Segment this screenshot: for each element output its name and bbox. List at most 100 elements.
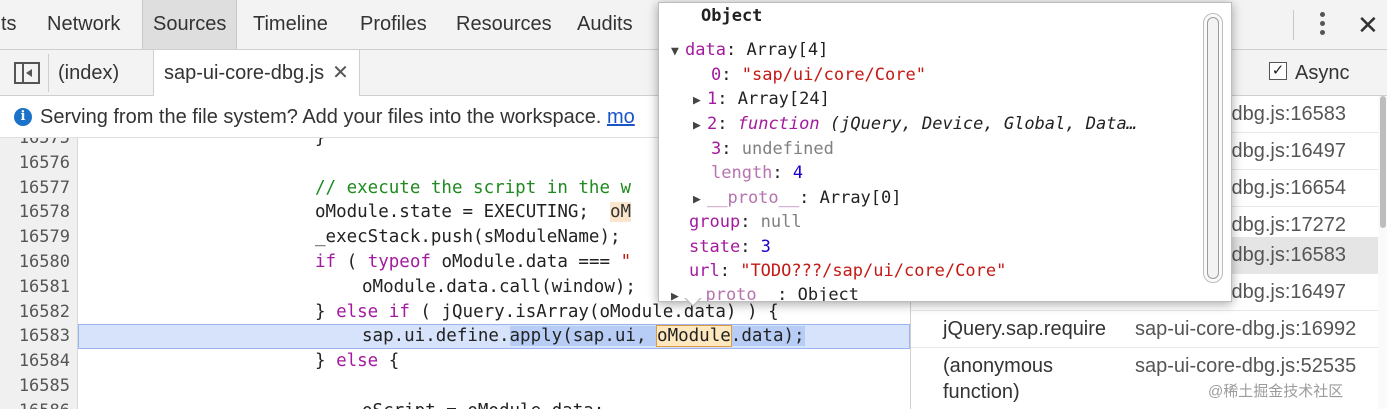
toggle-navigator-icon[interactable] xyxy=(14,62,40,84)
code-line: oModule.state = EXECUTING; oM xyxy=(315,200,632,225)
collapsed-triangle-icon[interactable]: ▶ xyxy=(671,285,685,301)
code-text: ( xyxy=(336,252,368,272)
tab-profiles[interactable]: Profiles xyxy=(350,0,437,49)
evaluated-expression[interactable]: .data); xyxy=(730,326,805,347)
prop-item-1[interactable]: ▶ 1: Array[24] xyxy=(693,87,830,114)
expanded-triangle-icon[interactable]: ▼ xyxy=(671,40,685,65)
code-text: { xyxy=(378,351,400,372)
async-label: Async xyxy=(1295,62,1350,84)
prop-item-2[interactable]: ▶ 2: function (jQuery, Device, Global, Da… xyxy=(693,112,1137,139)
keyword: typeof xyxy=(367,252,431,272)
close-devtools-icon[interactable]: ✕ xyxy=(1357,8,1379,42)
code-text: } xyxy=(315,351,337,372)
prop-key: 1 xyxy=(707,89,718,109)
hovered-token[interactable]: oModule xyxy=(656,325,732,348)
keyword: else xyxy=(336,301,379,322)
prop-item-0: 0: "sap/ui/core/Core" xyxy=(711,65,926,85)
code-text: sap.ui.define. xyxy=(362,326,510,347)
call-frame[interactable]: jQuery.sap.require sap-ui-core-dbg.js:169… xyxy=(911,311,1381,348)
collapsed-triangle-icon[interactable]: ▶ xyxy=(693,114,707,139)
code-line: } else { xyxy=(315,349,399,374)
prop-value: null xyxy=(760,212,802,232)
prop-key: url xyxy=(689,261,720,281)
more-options-icon[interactable] xyxy=(1310,8,1334,42)
prop-value: 4 xyxy=(792,163,804,183)
inline-value-hint: oM xyxy=(610,202,632,223)
prop-value: Object xyxy=(797,285,860,302)
string-literal: " xyxy=(620,252,632,272)
call-stack-scrollbar-thumb[interactable] xyxy=(1380,96,1386,228)
code-line: oScript = oModule.data; xyxy=(362,399,604,409)
prop-state: state: 3 xyxy=(689,237,771,257)
prop-url: url: "TODO???/sap/ui/core/Core" xyxy=(689,261,1007,281)
prop-group: group: null xyxy=(689,212,802,232)
close-tab-icon[interactable]: ✕ xyxy=(332,62,349,84)
infobar-message: Serving from the file system? Add your f… xyxy=(40,96,635,137)
prop-item-3: 3: undefined xyxy=(711,139,834,159)
prop-key: 2 xyxy=(707,114,718,134)
toolbar-divider xyxy=(1293,10,1294,40)
prop-value: 3 xyxy=(760,237,771,257)
code-line: } xyxy=(315,138,326,148)
prop-value: "sap/ui/core/Core" xyxy=(741,65,926,85)
tab-resources[interactable]: Resources xyxy=(446,0,562,49)
collapsed-triangle-icon[interactable]: ▶ xyxy=(693,89,707,114)
tab-elements-partial[interactable]: ts xyxy=(0,0,27,49)
prop-value: Array[24] xyxy=(737,89,830,109)
prop-key: length xyxy=(711,163,773,183)
async-checkbox[interactable]: ✓ xyxy=(1269,62,1287,80)
line-number[interactable]: 16575 xyxy=(0,138,70,151)
infobar-text: Serving from the file system? Add your f… xyxy=(40,106,602,128)
object-preview-popover: Object ▼ data: Array[4] 0: "sap/ui/core/C… xyxy=(658,2,1232,302)
prop-value: Array[4] xyxy=(746,40,829,60)
line-number[interactable]: 16584 xyxy=(0,349,70,374)
infobar-link[interactable]: mo xyxy=(607,106,635,128)
line-number[interactable]: 16585 xyxy=(0,374,70,399)
evaluated-expression[interactable]: apply(sap.ui, xyxy=(509,326,658,347)
line-number[interactable]: 16579 xyxy=(0,225,70,250)
tab-sources[interactable]: Sources xyxy=(142,0,238,49)
prop-key: 0 xyxy=(711,65,722,85)
popover-title: Object xyxy=(701,6,763,26)
call-frame-location[interactable]: sap-ui-core-dbg.js:16992 xyxy=(1135,316,1356,342)
call-frame-location[interactable]: sap-ui-core-dbg.js:52535 xyxy=(1135,353,1356,379)
prop-data[interactable]: ▼ data: Array[4] xyxy=(671,38,828,65)
line-number[interactable]: 16580 xyxy=(0,250,70,275)
prop-value: "TODO???/sap/ui/core/Core" xyxy=(740,261,1007,281)
prop-key: data xyxy=(685,40,726,60)
popover-scrollbar-thumb[interactable] xyxy=(1207,17,1219,279)
collapsed-triangle-icon[interactable]: ▶ xyxy=(693,188,707,213)
watermark: @稀土掘金技术社区 xyxy=(1208,383,1344,400)
tab-network[interactable]: Network xyxy=(37,0,130,49)
code-text: oModule.state = EXECUTING; xyxy=(315,202,589,223)
code-text: ( jQuery.isArray(oModule.data) ) { xyxy=(409,301,779,322)
code-line: _execStack.push(sModuleName); xyxy=(315,227,621,248)
code-text: oModule.data === xyxy=(430,252,621,272)
prop-key: 3 xyxy=(711,139,722,159)
prop-proto[interactable]: ▶ __proto__: Array[0] xyxy=(693,186,902,213)
file-tab-index[interactable]: (index) xyxy=(48,50,129,96)
line-number[interactable]: 16576 xyxy=(0,151,70,176)
line-number[interactable]: 16577 xyxy=(0,176,70,201)
file-tab-sap-ui-core[interactable]: sap-ui-core-dbg.js ✕ xyxy=(153,50,360,97)
code-comment: // execute the script in the w xyxy=(315,177,632,198)
keyword: else xyxy=(336,351,379,372)
line-number[interactable]: 16586 xyxy=(0,399,70,409)
line-number[interactable]: 16578 xyxy=(0,200,70,225)
line-number[interactable]: 16582 xyxy=(0,300,70,325)
line-number-gutter: 16575 16576 16577 16578 16579 16580 1658… xyxy=(0,138,78,409)
info-icon: i xyxy=(14,108,32,126)
code-line-current: sap.ui.define.apply(sap.ui, oModule.data… xyxy=(362,324,805,349)
line-number[interactable]: 16583 xyxy=(0,324,70,349)
prop-function-args: (jQuery, Device, Global, Data… xyxy=(829,114,1137,134)
file-tab-label: sap-ui-core-dbg.js xyxy=(164,62,325,84)
code-line: oModule.data.call(window); xyxy=(362,276,636,297)
tab-audits[interactable]: Audits xyxy=(567,0,643,49)
popover-pointer xyxy=(684,297,702,307)
prop-value: undefined xyxy=(741,139,834,159)
prop-value: Array[0] xyxy=(819,188,902,208)
line-number[interactable]: 16581 xyxy=(0,275,70,300)
tab-timeline[interactable]: Timeline xyxy=(243,0,338,49)
code-text: } xyxy=(315,301,337,322)
